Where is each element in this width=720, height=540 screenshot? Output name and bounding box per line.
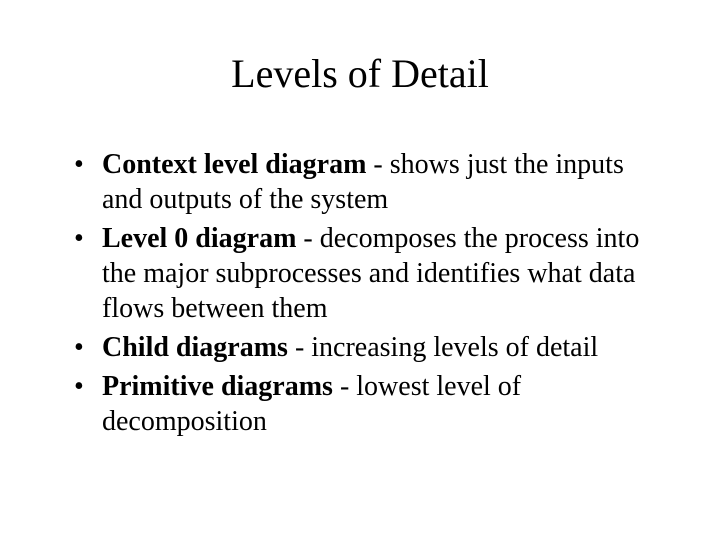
- list-item: Context level diagram - shows just the i…: [74, 147, 670, 217]
- slide-title: Levels of Detail: [50, 50, 670, 97]
- list-item: Primitive diagrams - lowest level of dec…: [74, 369, 670, 439]
- list-item-bold: Level 0 diagram: [102, 223, 296, 254]
- list-item-text: - increasing levels of detail: [288, 332, 598, 363]
- list-item-bold: Primitive diagrams: [102, 371, 333, 402]
- list-item-bold: Child diagrams: [102, 332, 288, 363]
- bullet-list: Context level diagram - shows just the i…: [50, 147, 670, 439]
- list-item: Level 0 diagram - decomposes the process…: [74, 221, 670, 326]
- list-item-bold: Context level diagram: [102, 149, 366, 180]
- list-item: Child diagrams - increasing levels of de…: [74, 330, 670, 365]
